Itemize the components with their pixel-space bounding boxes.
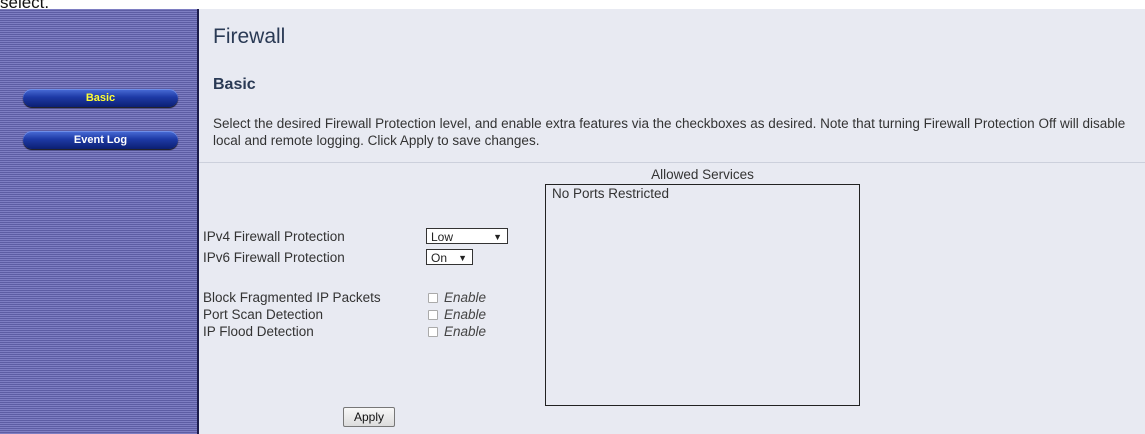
- divider: [199, 162, 1145, 163]
- block-fragmented-enable-label: Enable: [444, 290, 487, 305]
- sidebar: Basic Event Log: [0, 9, 197, 434]
- section-title: Basic: [213, 76, 256, 93]
- main-content: Firewall Basic Select the desired Firewa…: [199, 9, 1145, 434]
- page-description: Select the desired Firewall Protection l…: [213, 116, 1126, 148]
- port-scan-label: Port Scan Detection: [203, 307, 324, 322]
- ipv6-protection-value: On: [431, 251, 448, 265]
- ipv6-protection-label: IPv6 Firewall Protection: [203, 250, 345, 265]
- allowed-services-title: Allowed Services: [651, 167, 754, 182]
- ipv4-protection-select[interactable]: Low ▼: [426, 228, 508, 244]
- port-scan-enable-label: Enable: [444, 307, 487, 322]
- chevron-down-icon: ▼: [493, 232, 502, 242]
- sidebar-item-basic[interactable]: Basic: [23, 89, 178, 107]
- block-fragmented-checkbox[interactable]: [428, 293, 438, 303]
- ip-flood-checkbox[interactable]: [428, 327, 438, 337]
- ipv6-protection-select[interactable]: On ▼: [426, 249, 473, 265]
- chevron-down-icon: ▼: [458, 253, 467, 263]
- apply-button[interactable]: Apply: [343, 407, 395, 427]
- ipv4-protection-value: Low: [431, 230, 454, 244]
- ipv4-protection-label: IPv4 Firewall Protection: [203, 229, 345, 244]
- list-item[interactable]: No Ports Restricted: [552, 186, 669, 201]
- page-title: Firewall: [213, 25, 286, 48]
- ip-flood-enable-label: Enable: [444, 324, 487, 339]
- block-fragmented-label: Block Fragmented IP Packets: [203, 290, 381, 305]
- sidebar-item-event-log[interactable]: Event Log: [23, 131, 178, 149]
- ip-flood-label: IP Flood Detection: [203, 324, 314, 339]
- allowed-services-list[interactable]: No Ports Restricted: [545, 184, 860, 406]
- port-scan-checkbox[interactable]: [428, 310, 438, 320]
